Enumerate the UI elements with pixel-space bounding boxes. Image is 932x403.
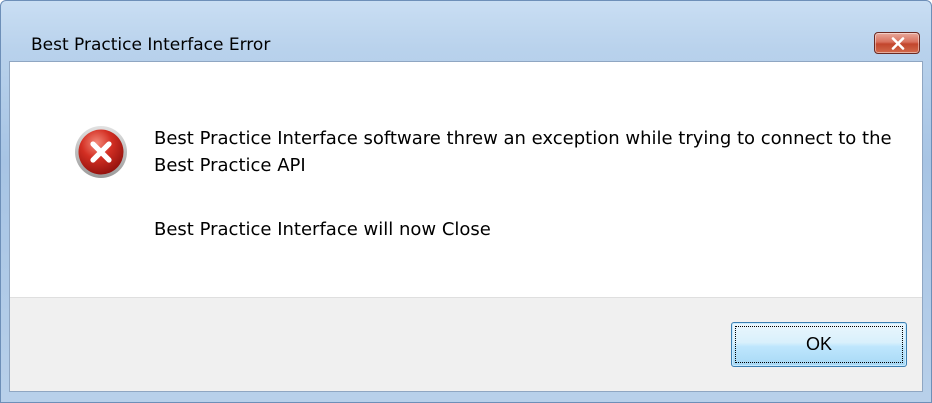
dialog-content: Best Practice Interface software threw a…: [9, 61, 923, 392]
error-icon: [75, 126, 127, 178]
message-area: Best Practice Interface software threw a…: [10, 62, 922, 297]
error-message: Best Practice Interface software threw a…: [154, 128, 892, 176]
dialog-title: Best Practice Interface Error: [31, 35, 271, 55]
ok-button-label: OK: [805, 334, 832, 354]
ok-button[interactable]: OK: [731, 322, 907, 367]
button-bar: OK: [10, 297, 922, 391]
close-notice: Best Practice Interface will now Close: [154, 219, 491, 240]
close-x-icon: [891, 37, 905, 50]
error-dialog-window: Best Practice Interface Error Best Pract…: [0, 0, 932, 403]
title-bar[interactable]: Best Practice Interface Error: [1, 1, 931, 59]
close-button[interactable]: [874, 32, 920, 54]
